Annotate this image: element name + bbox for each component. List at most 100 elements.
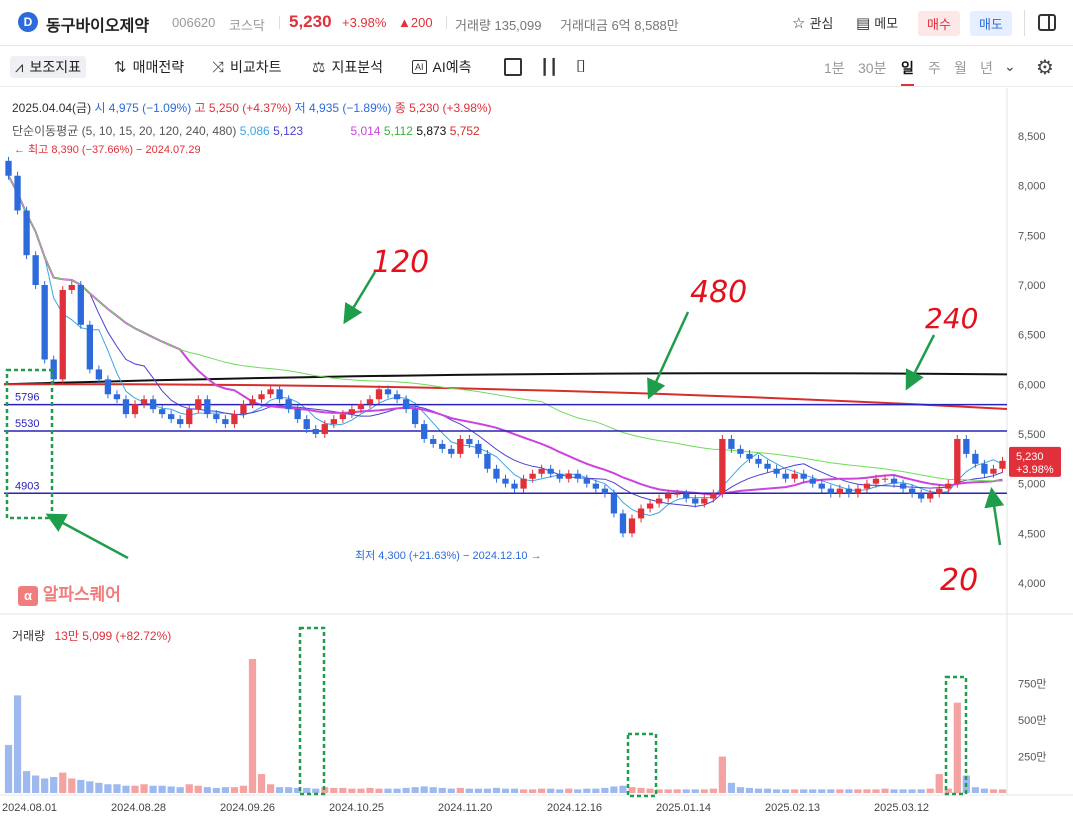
candle-body (511, 483, 518, 489)
ma-label: 단순이동평균 (5, 10, 15, 20, 120, 240, 480) (12, 124, 237, 138)
candle-body (890, 478, 898, 484)
candle-body (14, 175, 21, 211)
candle-body (646, 503, 654, 509)
last-change-text: +3.98% (1016, 464, 1054, 476)
volume-tick-label: 250만 (1018, 751, 1046, 764)
ma10-line (8, 175, 1003, 508)
candle-body (728, 438, 735, 449)
ohlc-high: 고 5,250 (+4.37%) (194, 101, 292, 115)
candle-body (583, 478, 590, 484)
ohlc-date: 2025.04.04(금) (12, 101, 92, 115)
candle-body (249, 399, 256, 405)
volume-bar (483, 788, 492, 793)
candle-body (972, 453, 979, 464)
candle-body (963, 438, 970, 454)
candle-body (23, 210, 30, 256)
candle-body (872, 478, 880, 484)
candle-body (384, 389, 392, 395)
candle-body (845, 488, 853, 494)
candle-body (222, 419, 229, 425)
volume-bar (782, 789, 790, 793)
volume-value: 13만 5,099 (+82.72%) (54, 629, 172, 643)
candle-body (655, 498, 663, 504)
volume-bar (221, 787, 229, 793)
volume-bar (176, 787, 184, 793)
volume-bar (149, 785, 157, 793)
candle-body (764, 463, 771, 469)
candle-body (800, 473, 807, 479)
candle-body (330, 419, 337, 425)
volume-bar (420, 786, 428, 793)
volume-bar (709, 788, 717, 793)
ma480-value: 5,752 (449, 124, 480, 138)
candle-body (927, 493, 934, 499)
alphasquare-logo-icon: α (18, 586, 38, 606)
volume-bar (429, 787, 437, 793)
volume-bar (95, 782, 103, 793)
candle-body (701, 498, 708, 504)
candle-body (628, 518, 636, 534)
x-tick-label: 2025.02.13 (765, 802, 820, 814)
candle-body (59, 289, 66, 380)
y-tick-label: 8,000 (1018, 181, 1046, 193)
candle-body (936, 488, 943, 494)
volume-bar (501, 788, 510, 793)
high-note: ← 최고 8,390 (−37.66%) − 2024.07.29 (14, 144, 201, 156)
candle-body (348, 409, 356, 415)
candle-body (113, 394, 121, 400)
volume-bar (908, 789, 916, 793)
candle-body (999, 460, 1006, 469)
candle-body (104, 379, 112, 395)
horizontal-line-label: 5796 (15, 392, 39, 404)
candle-body (475, 443, 482, 454)
candle-body (258, 394, 265, 400)
volume-bar (32, 775, 40, 793)
candle-body (556, 473, 563, 479)
candle-body (664, 493, 672, 499)
candle-body (917, 493, 925, 499)
volume-bar (402, 787, 410, 793)
volume-tick-label: 750만 (1018, 678, 1046, 691)
volume-bar (384, 788, 392, 793)
volume-bar (474, 788, 483, 793)
volume-bar (140, 784, 148, 793)
volume-bar (547, 788, 555, 793)
x-tick-label: 2024.09.26 (220, 802, 275, 814)
candle-body (204, 399, 211, 415)
volume-bar (312, 788, 320, 793)
volume-bar (348, 788, 356, 793)
ma20-line (7, 175, 1003, 496)
candle-body (908, 488, 916, 494)
volume-bar (556, 789, 564, 793)
x-tick-label: 2024.08.28 (111, 802, 166, 814)
candle-body (41, 285, 48, 360)
watermark: α 알파스퀘어 (18, 580, 121, 606)
candle-body (421, 424, 428, 439)
volume-bar (574, 789, 582, 793)
volume-bar (519, 789, 528, 793)
candle-body (312, 429, 319, 434)
volume-bar (754, 788, 763, 793)
volume-bar (673, 789, 681, 793)
volume-bar (113, 784, 121, 793)
volume-bar (800, 789, 808, 793)
volume-bar (980, 788, 989, 793)
volume-bar (492, 787, 501, 793)
candle-body (466, 438, 473, 444)
candle-body (168, 414, 175, 420)
y-tick-label: 7,500 (1018, 230, 1046, 242)
candle-body (195, 399, 202, 410)
candle-body (755, 458, 762, 464)
volume-bar (691, 789, 699, 793)
volume-bar (935, 774, 943, 793)
candle-body (339, 414, 347, 420)
candle-body (737, 448, 744, 454)
x-tick-label: 2025.03.12 (874, 802, 929, 814)
candle-body (68, 285, 75, 290)
candle-body (140, 399, 148, 405)
candle-body (827, 488, 834, 494)
volume-bar (863, 789, 871, 793)
candle-body (366, 399, 374, 405)
candle-body (457, 438, 464, 454)
candle-body (619, 513, 627, 534)
